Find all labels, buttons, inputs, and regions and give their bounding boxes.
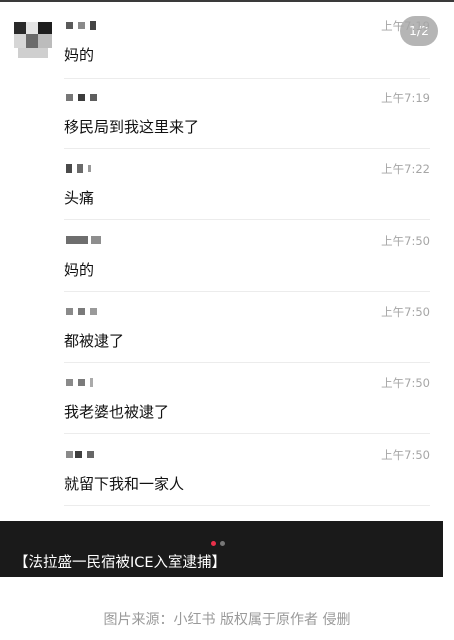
message-time: 上午7:50 xyxy=(381,448,430,462)
divider xyxy=(64,362,430,363)
message-time: 上午7:19 xyxy=(381,91,430,105)
caption-bar: 【法拉盛一民宿被ICE入室逮捕】 xyxy=(0,521,443,577)
message-time: 上午7:50 xyxy=(381,376,430,390)
message-text: 我老婆也被逮了 xyxy=(64,403,170,421)
sender-name-redacted xyxy=(66,375,136,387)
divider xyxy=(64,78,430,79)
chat-screenshot: 1/2 上午7:19 妈的 上午7:19 移民局到我这里来了 上午7:22 头痛… xyxy=(0,2,454,520)
sender-name-redacted xyxy=(66,304,136,316)
active-dot[interactable] xyxy=(211,541,216,546)
avatar[interactable] xyxy=(14,22,58,66)
message-text: 妈的 xyxy=(64,46,95,64)
sender-name-redacted xyxy=(66,161,136,173)
divider xyxy=(64,219,430,220)
pagination-dots-icon[interactable] xyxy=(211,531,229,550)
divider xyxy=(64,148,430,149)
divider xyxy=(64,433,430,434)
divider xyxy=(64,291,430,292)
caption-title: 【法拉盛一民宿被ICE入室逮捕】 xyxy=(14,555,227,571)
sender-name-redacted xyxy=(66,18,136,30)
message-time: 上午7:19 xyxy=(381,19,430,33)
message-time: 上午7:22 xyxy=(381,162,430,176)
message-text: 头痛 xyxy=(64,189,95,207)
sender-name-redacted xyxy=(66,90,136,102)
sender-name-redacted xyxy=(66,233,136,245)
image-source-credit: 图片来源：小红书 版权属于原作者 侵删 xyxy=(103,612,351,628)
message-time: 上午7:50 xyxy=(381,305,430,319)
divider xyxy=(64,505,430,506)
inactive-dot[interactable] xyxy=(220,541,225,546)
message-text: 都被逮了 xyxy=(64,332,125,350)
message-time: 上午7:50 xyxy=(381,234,430,248)
message-text: 移民局到我这里来了 xyxy=(64,118,200,136)
message-text: 妈的 xyxy=(64,261,95,279)
sender-name-redacted xyxy=(66,447,136,459)
message-text: 就留下我和一家人 xyxy=(64,475,185,493)
